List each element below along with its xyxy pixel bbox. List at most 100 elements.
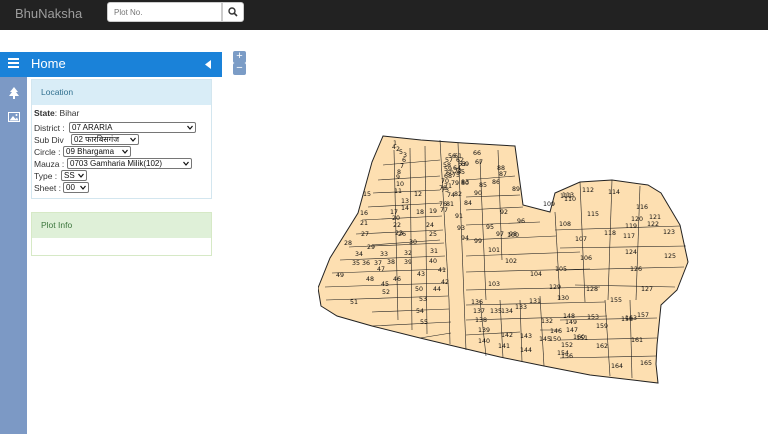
- plot-number-label[interactable]: 24: [426, 222, 434, 229]
- plot-number-label[interactable]: 133: [515, 304, 527, 311]
- plot-number-label[interactable]: 119: [625, 223, 637, 230]
- plot-number-label[interactable]: 99: [474, 238, 482, 245]
- plot-number-label[interactable]: 129: [549, 284, 561, 291]
- zoom-out-button[interactable]: −: [233, 63, 246, 75]
- plot-number-label[interactable]: 152: [561, 342, 573, 349]
- plot-number-label[interactable]: 159: [596, 323, 608, 330]
- plot-number-label[interactable]: 146: [550, 328, 562, 335]
- plot-number-label[interactable]: 112: [582, 187, 594, 194]
- plot-number-label[interactable]: 69: [461, 161, 469, 168]
- plot-number-label[interactable]: 155: [610, 297, 622, 304]
- plot-number-label[interactable]: 44: [433, 286, 441, 293]
- plot-number-label[interactable]: 131: [529, 298, 541, 305]
- search-button[interactable]: [222, 2, 244, 22]
- plot-number-label[interactable]: 128: [586, 286, 598, 293]
- plot-number-label[interactable]: 39: [404, 259, 412, 266]
- plot-number-label[interactable]: 123: [663, 229, 675, 236]
- plot-number-label[interactable]: 96: [517, 218, 525, 225]
- plot-number-label[interactable]: 104: [530, 271, 542, 278]
- plot-number-label[interactable]: 32: [404, 250, 412, 257]
- plot-number-label[interactable]: 26: [398, 231, 406, 238]
- plot-number-label[interactable]: 114: [608, 189, 620, 196]
- plot-number-label[interactable]: 156: [561, 353, 573, 360]
- plot-number-label[interactable]: 40: [429, 258, 437, 265]
- plot-number-label[interactable]: 102: [505, 258, 517, 265]
- plot-number-label[interactable]: 116: [636, 204, 648, 211]
- plot-number-label[interactable]: 147: [566, 327, 578, 334]
- plot-number-label[interactable]: 141: [498, 343, 510, 350]
- plot-number-label[interactable]: 21: [360, 220, 368, 227]
- plot-number-label[interactable]: 101: [488, 247, 500, 254]
- plot-number-label[interactable]: 55: [420, 319, 428, 326]
- plot-number-label[interactable]: 84: [464, 200, 472, 207]
- plot-number-label[interactable]: 10: [396, 181, 404, 188]
- plot-number-label[interactable]: 120: [631, 216, 643, 223]
- plot-number-label[interactable]: 22: [393, 222, 401, 229]
- plot-number-label[interactable]: 97: [496, 231, 504, 238]
- plot-number-label[interactable]: 153: [587, 314, 599, 321]
- tree-tab[interactable]: [0, 83, 27, 103]
- plot-number-label[interactable]: 100: [507, 232, 519, 239]
- plot-number-label[interactable]: 67: [475, 159, 483, 166]
- plot-number-label[interactable]: 125: [664, 253, 676, 260]
- plot-number-label[interactable]: 107: [575, 236, 587, 243]
- cadastral-map[interactable]: 1234567891011 1213141516 17 18 192021 2223242…: [318, 128, 690, 390]
- plot-number-label[interactable]: 25: [429, 231, 437, 238]
- plot-number-label[interactable]: 5: [399, 149, 403, 156]
- plot-number-label[interactable]: 93: [457, 225, 465, 232]
- plot-number-label[interactable]: 132: [541, 318, 553, 325]
- plot-info-title[interactable]: Plot Info: [32, 213, 211, 238]
- plot-number-label[interactable]: 14: [401, 205, 409, 212]
- plot-number-label[interactable]: 121: [649, 214, 661, 221]
- plot-number-label[interactable]: 4: [392, 144, 396, 151]
- plot-number-label[interactable]: 45: [381, 281, 389, 288]
- plot-number-label[interactable]: 36: [362, 260, 370, 267]
- plot-number-label[interactable]: 103: [488, 281, 500, 288]
- plot-number-label[interactable]: 127: [641, 286, 653, 293]
- plot-number-label[interactable]: 88: [497, 165, 505, 172]
- plot-number-label[interactable]: 29: [367, 244, 375, 251]
- plot-number-label[interactable]: 113: [562, 192, 574, 199]
- plot-number-label[interactable]: 78: [439, 185, 447, 192]
- plot-number-label[interactable]: 77: [440, 207, 448, 214]
- plot-number-label[interactable]: 48: [366, 276, 374, 283]
- plot-number-label[interactable]: 30: [409, 239, 417, 246]
- plot-number-label[interactable]: 75: [452, 172, 460, 179]
- plot-number-label[interactable]: 94: [461, 235, 469, 242]
- plot-number-label[interactable]: 16: [360, 210, 368, 217]
- plot-number-label[interactable]: 54: [416, 308, 424, 315]
- plot-number-label[interactable]: 160: [573, 334, 585, 341]
- subdiv-select[interactable]: 02 फारबिसगंज: [71, 134, 139, 145]
- plot-number-label[interactable]: 11: [394, 188, 402, 195]
- plot-number-label[interactable]: 139: [478, 327, 490, 334]
- plot-number-label[interactable]: 27: [361, 231, 369, 238]
- plot-number-label[interactable]: 43: [417, 271, 425, 278]
- plot-number-label[interactable]: 106: [580, 255, 592, 262]
- plot-number-label[interactable]: 53: [419, 296, 427, 303]
- plot-number-label[interactable]: 15: [363, 191, 371, 198]
- plot-number-label[interactable]: 28: [344, 240, 352, 247]
- plot-number-label[interactable]: 86: [492, 179, 500, 186]
- plot-number-label[interactable]: 34: [355, 251, 363, 258]
- plot-number-label[interactable]: 87: [499, 171, 507, 178]
- plot-number-label[interactable]: 82: [454, 191, 462, 198]
- plot-number-label[interactable]: 105: [555, 266, 567, 273]
- type-select[interactable]: SS: [61, 170, 87, 181]
- district-select[interactable]: 07 ARARIA: [69, 122, 196, 133]
- plot-number-label[interactable]: 137: [473, 308, 485, 315]
- plot-number-label[interactable]: 108: [559, 221, 571, 228]
- mauza-select[interactable]: 0703 Gamharia Milik(102): [67, 158, 192, 169]
- plot-number-label[interactable]: 92: [500, 209, 508, 216]
- plot-number-label[interactable]: 142: [501, 332, 513, 339]
- plot-number-label[interactable]: 162: [596, 343, 608, 350]
- brand-logo-text[interactable]: BhuNaksha: [15, 6, 82, 21]
- plot-number-label[interactable]: 13: [401, 198, 409, 205]
- plot-number-label[interactable]: 135: [490, 308, 502, 315]
- plot-number-label[interactable]: 124: [625, 249, 637, 256]
- plot-number-label[interactable]: 140: [478, 338, 490, 345]
- plot-number-label[interactable]: 126: [630, 266, 642, 273]
- sheet-select[interactable]: 00: [63, 182, 89, 193]
- hamburger-menu-icon[interactable]: [8, 58, 19, 68]
- plot-number-label[interactable]: 83: [461, 179, 469, 186]
- plot-number-label[interactable]: 95: [486, 224, 494, 231]
